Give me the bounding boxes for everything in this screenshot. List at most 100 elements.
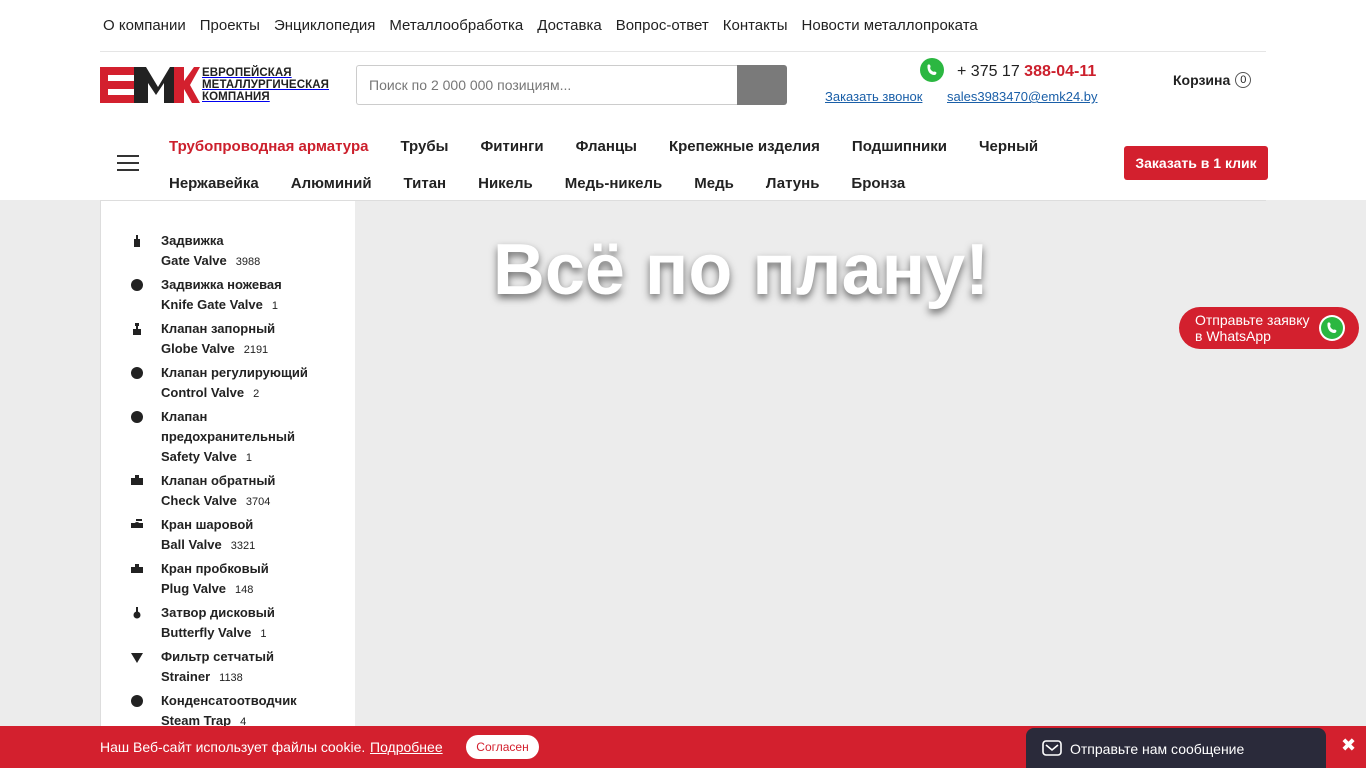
sidebar-item-name-en: Globe Valve [161,341,235,356]
message-widget[interactable]: Отправьте нам сообщение [1026,728,1326,768]
dot-icon [131,695,143,707]
phone-prefix: + 375 17 [957,63,1025,80]
sidebar-item-name-en: Strainer [161,669,211,684]
close-icon[interactable]: ✖ [1341,735,1356,756]
cookie-text: Наш Веб-сайт использует файлы cookie. [100,739,366,755]
category-pipes[interactable]: Трубы [384,138,464,155]
butterfly-valve-icon [133,607,141,619]
dot-icon [131,411,143,423]
category-brass[interactable]: Латунь [750,175,836,192]
category-stainless[interactable]: Нержавейка [153,175,275,192]
nav-link-faq[interactable]: Вопрос-ответ [616,17,709,34]
category-copper[interactable]: Медь [678,175,750,192]
category-fittings[interactable]: Фитинги [464,138,559,155]
logo-text-line: металлургическая [202,79,329,91]
sidebar-item-count: 1 [260,628,267,640]
category-titanium[interactable]: Титан [388,175,463,192]
category-flanges[interactable]: Фланцы [560,138,653,155]
menu-burger-icon[interactable] [117,155,139,171]
nav-link-news[interactable]: Новости металлопроката [802,17,978,34]
sidebar-item-count: 2191 [243,344,269,356]
sidebar-item-name-en: Safety Valve [161,449,237,464]
category-bearings[interactable]: Подшипники [836,138,963,155]
cart-label: Корзина [1173,72,1231,88]
category-fasteners[interactable]: Крепежные изделия [653,138,836,155]
category-row: Трубопроводная арматура Трубы Фитинги Фл… [153,128,1038,165]
emk-logo-mark-icon [100,67,200,103]
sidebar-item-count: 2 [253,388,260,400]
check-valve-icon [131,475,143,485]
nav-link-encyclopedia[interactable]: Энциклопедия [274,17,375,34]
category-bronze[interactable]: Бронза [835,175,921,192]
strainer-icon [131,653,143,663]
sidebar-item-name: Фильтр сетчатый [161,649,275,664]
nav-link-about[interactable]: О компании [103,17,186,34]
cart-link[interactable]: Корзина 0 [1173,72,1252,88]
dot-icon [131,367,143,379]
category-copper-nickel[interactable]: Медь-никель [549,175,678,192]
sidebar-item-count: 1 [271,300,279,312]
site-logo[interactable]: Европейская металлургическая компания [100,64,340,106]
sidebar-item-count: 1 [245,452,253,464]
sidebar-item-name: Задвижка ножевая [161,277,282,292]
sidebar-item-count: 1138 [219,672,243,684]
ball-valve-icon [131,519,143,528]
top-navigation: О компании Проекты Энциклопедия Металлоо… [100,0,1266,52]
sidebar-item-name: Конденсатоотводчик [161,693,297,708]
search-icon [754,76,767,88]
sidebar-item-count: 3321 [230,540,256,552]
sidebar-item-count: 148 [235,584,254,596]
whatsapp-icon[interactable] [920,58,944,82]
email-link[interactable]: sales3983470@emk24.by [947,89,1098,104]
logo-text-line: компания [202,91,270,103]
sidebar-item-count: 3988 [235,256,261,268]
sidebar-item-name-en: Knife Gate Valve [161,297,263,312]
message-widget-label: Отправьте нам сообщение [1070,741,1245,757]
sidebar-item-name-en: Ball Valve [161,537,222,552]
dot-icon [131,279,143,291]
sidebar-item-name-en: Plug Valve [161,581,227,596]
whatsapp-icon [1319,315,1345,341]
hero-title: Всё по плану! [492,230,990,310]
category-nickel[interactable]: Никель [462,175,549,192]
sidebar-item-name-en: Control Valve [161,385,245,400]
category-black-metal[interactable]: Черный [963,138,1054,155]
sidebar-item-name-en: Butterfly Valve [161,625,252,640]
category-aluminium[interactable]: Алюминий [275,175,388,192]
site-header: О компании Проекты Энциклопедия Металлоо… [0,0,1366,200]
nav-link-metalworking[interactable]: Металлообработка [389,17,523,34]
sidebar-item-name: Затвор дисковый [161,605,275,620]
category-pipeline-valves[interactable]: Трубопроводная арматура [153,138,384,155]
phone-number[interactable]: + 375 17 388-04-11 [957,63,1096,81]
gate-valve-icon [134,235,140,247]
hero-banner: Всё по плану! [355,201,1267,768]
catalog-sidebar: Задвижка Gate Valve 3988 Задвижка ножевая K… [101,201,355,768]
sidebar-item-name: Задвижка [161,233,224,248]
order-one-click-button[interactable]: Заказать в 1 клик [1124,146,1268,180]
phone-main: 388-04-11 [1024,63,1097,80]
sidebar-item-name: Кран шаровой [161,517,254,532]
cookie-more-link[interactable]: Подробнее [370,739,443,755]
callback-link[interactable]: Заказать звонок [825,89,922,104]
envelope-icon [1042,740,1062,756]
sidebar-item-name: Клапан регулирующий [161,365,308,380]
logo-text-line: Европейская [202,67,292,79]
sidebar-item-count: 3704 [245,496,271,508]
sidebar-item-name: Кран пробковый [161,561,269,576]
sidebar-item-name: Клапан обратный [161,473,276,488]
category-navigation: Трубопроводная арматура Трубы Фитинги Фл… [153,128,1038,202]
sidebar-item-name-en: Check Valve [161,493,237,508]
nav-link-contacts[interactable]: Контакты [723,17,788,34]
search-input[interactable] [356,65,737,105]
cart-count-badge: 0 [1235,72,1252,88]
cookie-agree-button[interactable]: Согласен [466,735,539,759]
search-form [356,65,787,105]
nav-link-projects[interactable]: Проекты [200,17,260,34]
sidebar-item-name-en: Gate Valve [161,253,227,268]
whatsapp-request-button[interactable]: Отправьте заявку в WhatsApp [1179,307,1359,349]
nav-link-delivery[interactable]: Доставка [537,17,601,34]
search-button[interactable] [737,65,787,105]
plug-valve-icon [131,564,143,573]
contacts-block: + 375 17 388-04-11 Заказать звонок sales… [820,58,1100,108]
globe-valve-icon [133,323,141,335]
